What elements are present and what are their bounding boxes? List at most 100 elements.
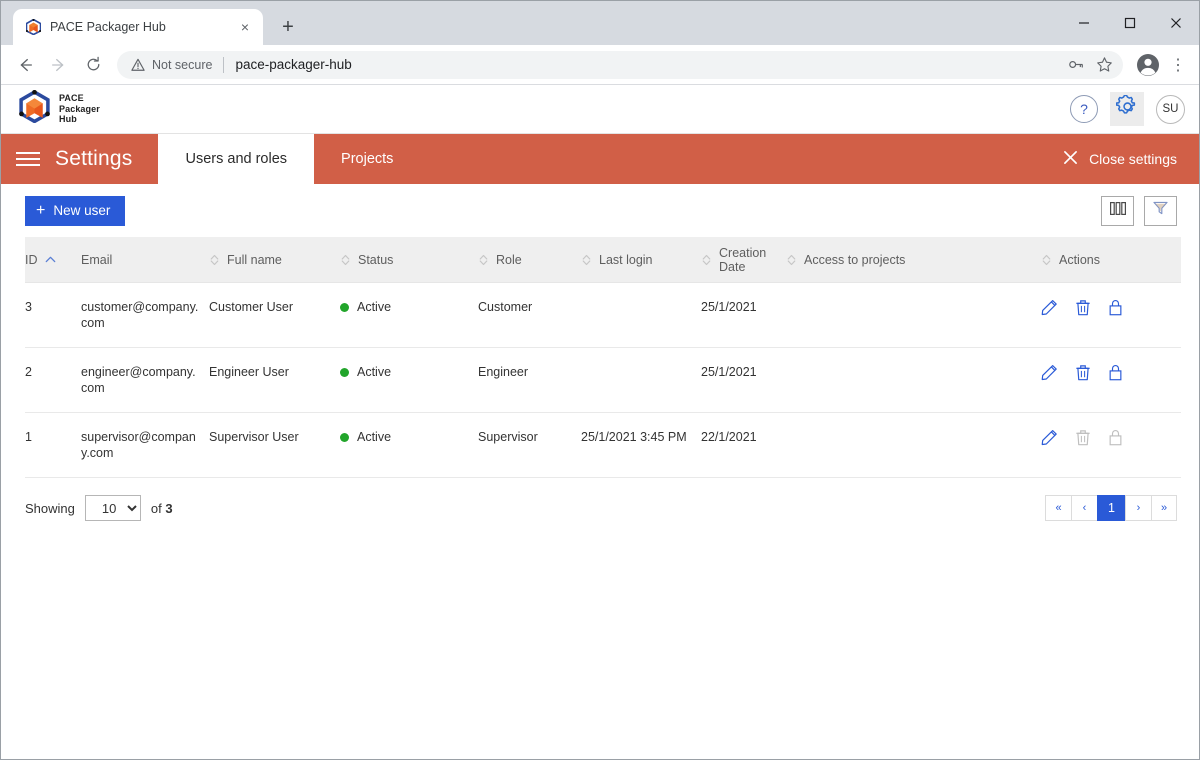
key-icon[interactable] (1063, 52, 1089, 78)
sort-toggle-icon[interactable] (701, 254, 712, 266)
security-indicator[interactable]: Not secure (131, 58, 212, 72)
sort-toggle-icon[interactable] (581, 254, 592, 266)
app-logo[interactable]: PACE Packager Hub (19, 89, 100, 128)
sort-toggle-icon[interactable] (1041, 254, 1052, 266)
pagination: « ‹ 1 › » (1045, 495, 1177, 521)
new-user-button[interactable]: + New user (25, 195, 126, 226)
sort-toggle-icon[interactable] (478, 254, 489, 266)
table-row[interactable]: 1 supervisor@company.com Supervisor User… (25, 412, 1181, 478)
page-size-select[interactable]: 10 25 50 100 (84, 495, 141, 521)
status-label: Active (357, 300, 392, 314)
settings-gear-button[interactable] (1110, 92, 1144, 126)
cell-id: 1 (25, 412, 81, 478)
cell-role: Customer (478, 282, 581, 348)
window-maximize-button[interactable] (1107, 1, 1153, 45)
total-count: 3 (165, 500, 173, 516)
window-close-button[interactable] (1153, 1, 1199, 45)
cell-status: Active (340, 412, 478, 478)
back-icon[interactable] (9, 49, 41, 81)
column-label-email: Email (81, 252, 113, 267)
cell-access-to-projects (786, 412, 1041, 478)
column-header-id[interactable]: ID (25, 237, 81, 283)
table-row[interactable]: 3 customer@company.com Customer User Act… (25, 282, 1181, 348)
pagination-next-button[interactable]: › (1125, 495, 1151, 521)
sort-toggle-icon[interactable] (786, 254, 797, 266)
brand-line-1: PACE (59, 93, 84, 104)
edit-user-button[interactable] (1041, 429, 1058, 446)
column-header-access-to-projects[interactable]: Access to projects (786, 237, 1041, 283)
column-header-email[interactable]: Email (81, 237, 209, 283)
column-header-status[interactable]: Status (340, 237, 478, 283)
cell-email: engineer@company.com (81, 347, 209, 413)
url-text[interactable]: pace-packager-hub (235, 57, 1055, 72)
column-header-last-login[interactable]: Last login (581, 237, 701, 283)
address-bar[interactable]: Not secure pace-packager-hub (117, 50, 1123, 79)
cell-id: 3 (25, 282, 81, 348)
omnibox-icons (1063, 52, 1117, 78)
browser-menu-icon[interactable]: ⋮ (1165, 52, 1191, 78)
hamburger-icon[interactable] (1, 134, 55, 184)
app-header: PACE Packager Hub ? SU (1, 85, 1199, 134)
cell-status: Active (340, 347, 478, 413)
profile-avatar-icon[interactable] (1135, 52, 1161, 78)
settings-bar: Settings Users and roles Projects Close … (1, 134, 1199, 184)
status-dot (340, 367, 349, 377)
of-label: of (150, 500, 162, 516)
delete-user-button[interactable] (1074, 299, 1091, 316)
gear-icon (1115, 94, 1139, 123)
sort-toggle-icon[interactable] (209, 254, 220, 266)
delete-user-button[interactable] (1074, 364, 1091, 381)
tab-close-icon[interactable]: × (235, 17, 255, 37)
close-icon (1063, 150, 1078, 168)
status-label: Active (357, 430, 392, 444)
table-row[interactable]: 2 engineer@company.com Engineer User Act… (25, 347, 1181, 413)
edit-user-button[interactable] (1041, 364, 1058, 381)
reload-icon[interactable] (77, 49, 109, 81)
window-minimize-button[interactable] (1061, 1, 1107, 45)
user-avatar[interactable]: SU (1156, 94, 1185, 124)
warning-triangle-icon (131, 58, 145, 71)
column-header-creation-date[interactable]: Creation Date (701, 237, 786, 283)
cell-status: Active (340, 282, 478, 348)
status-dot (340, 432, 349, 442)
filter-button[interactable] (1144, 195, 1177, 226)
column-header-role[interactable]: Role (478, 237, 581, 283)
cell-creation-date: 25/1/2021 (701, 347, 786, 413)
help-button[interactable]: ? (1070, 95, 1098, 123)
browser-toolbar: Not secure pace-packager-hub ⋮ (1, 45, 1199, 85)
column-header-full-name[interactable]: Full name (209, 237, 340, 283)
browser-titlebar: PACE Packager Hub × + (1, 1, 1199, 45)
columns-button[interactable] (1101, 195, 1134, 226)
plus-icon: + (36, 201, 46, 219)
pagination-prev-button[interactable]: ‹ (1071, 495, 1097, 521)
cell-last-login (581, 282, 701, 348)
lock-user-button[interactable] (1107, 364, 1124, 381)
sort-asc-icon[interactable] (45, 256, 56, 263)
column-label-full-name: Full name (227, 252, 282, 267)
table-header-row: ID Email Full name Status Role Last logi… (25, 237, 1181, 283)
tab-projects[interactable]: Projects (314, 134, 420, 184)
sort-toggle-icon[interactable] (340, 254, 351, 266)
users-table-container: ID Email Full name Status Role Last logi… (1, 237, 1199, 478)
lock-user-button[interactable] (1107, 299, 1124, 316)
column-header-actions[interactable]: Actions (1041, 237, 1181, 283)
browser-tab[interactable]: PACE Packager Hub × (13, 9, 263, 45)
column-label-access-to-projects: Access to projects (804, 252, 906, 267)
forward-icon[interactable] (43, 49, 75, 81)
star-icon[interactable] (1091, 52, 1117, 78)
edit-user-button[interactable] (1041, 299, 1058, 316)
omnibox-divider (223, 56, 225, 73)
pagination-first-button[interactable]: « (1045, 495, 1071, 521)
pagination-last-button[interactable]: » (1151, 495, 1177, 521)
new-tab-button[interactable]: + (273, 12, 303, 42)
cell-creation-date: 25/1/2021 (701, 282, 786, 348)
pagination-page-1-button[interactable]: 1 (1097, 495, 1125, 521)
new-user-label: New user (53, 203, 111, 218)
tab-users-and-roles[interactable]: Users and roles (158, 134, 315, 184)
column-label-creation-date: Creation Date (719, 245, 767, 274)
pace-cube-logo-icon (19, 89, 50, 128)
app-header-actions: ? SU (1070, 92, 1185, 126)
users-table: ID Email Full name Status Role Last logi… (25, 237, 1181, 478)
filter-icon (1153, 201, 1168, 220)
close-settings-button[interactable]: Close settings (1063, 134, 1199, 184)
